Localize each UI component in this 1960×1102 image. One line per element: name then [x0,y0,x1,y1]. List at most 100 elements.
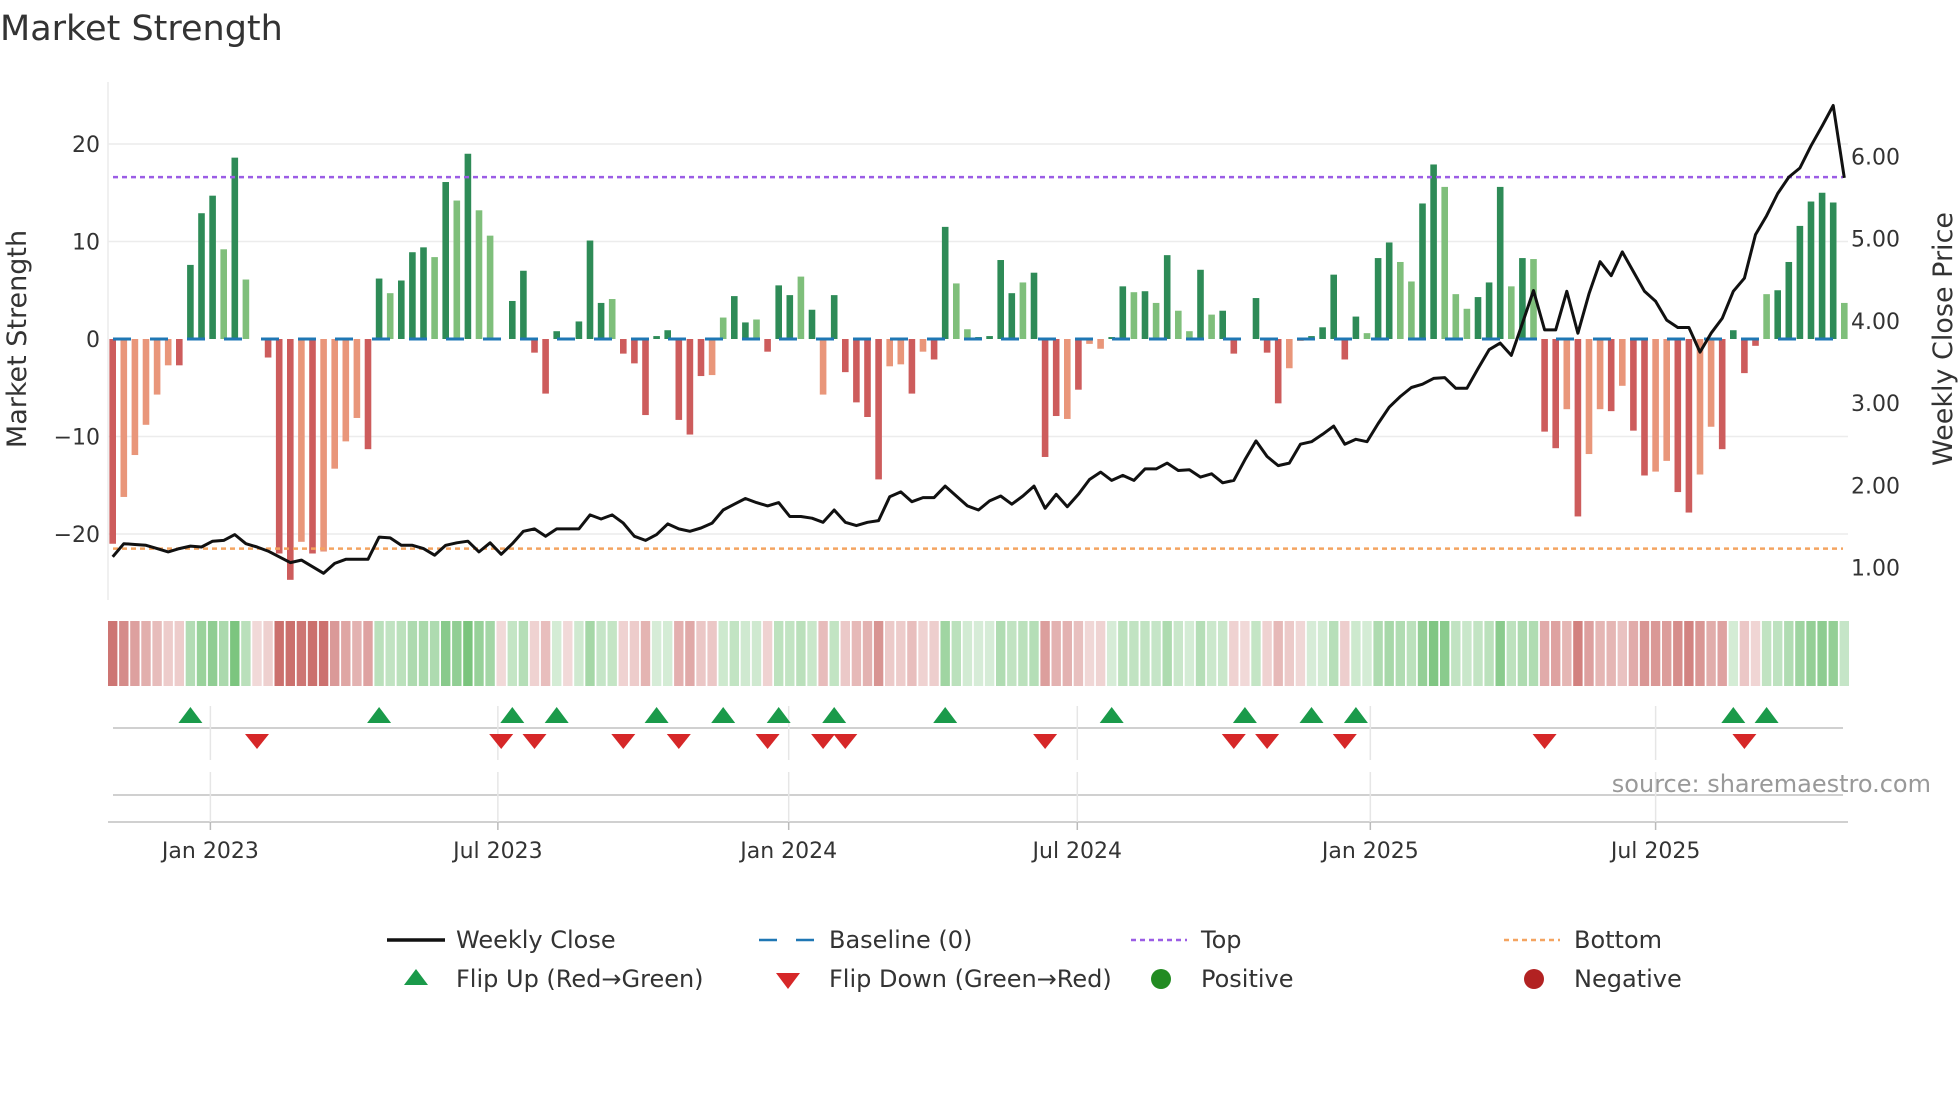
strength-bar [1385,242,1393,339]
strip-cell [663,621,673,686]
strip-cell [1462,621,1472,686]
strength-bar [1397,261,1404,339]
strength-bar [1119,286,1127,339]
strip-cell [1240,621,1250,686]
negative-dot-icon [1524,969,1544,989]
strength-bar [153,339,161,395]
strength-bar [1286,339,1293,369]
strip-cell [1440,621,1450,686]
strip-cell [1662,621,1672,686]
strip-cell [1695,621,1705,686]
left-axis-ticks: 20 10 0 −10 −20 [54,133,100,548]
strip-cell [1362,621,1372,686]
strip-cell [1773,621,1783,686]
strength-bar [475,210,483,339]
strength-bar [853,339,860,403]
strip-cell [152,621,162,686]
strip-cell [1473,621,1483,686]
strength-bar [1807,201,1815,339]
strength-bar [375,278,383,339]
strength-bar [442,182,449,339]
strip-cell [1062,621,1072,686]
strip-cell [596,621,606,686]
strength-bar [1730,330,1737,339]
strip-cell [1140,621,1150,686]
strip-cell [185,621,196,686]
legend-item-positive: Positive [1151,965,1294,993]
flip-down-marker [1255,734,1280,749]
strength-bar [109,339,116,544]
strength-bar [941,226,949,339]
strip-cell [585,621,595,686]
strip-cell [818,621,828,686]
strip-cell [1495,621,1505,686]
strip-cell [1284,621,1294,686]
flip-up-marker [367,707,392,723]
x-tick-label: Jan 2024 [738,839,837,864]
strip-cell [1539,621,1550,686]
strip-cell [1317,621,1328,686]
strip-cell [1839,621,1849,686]
strength-bar [1785,261,1793,339]
strip-cell [851,621,862,686]
flip-up-marker [1299,707,1324,723]
strip-cell [363,621,373,686]
strength-bar [642,339,649,416]
strip-cell [474,621,484,686]
strip-cell [441,621,451,686]
strength-bar [753,319,760,339]
strip-cell [1817,621,1827,686]
strength-bar [242,279,250,339]
flip-marker-panel [108,727,1848,823]
strip-cell [1040,621,1050,686]
strength-bar [1663,339,1670,461]
strength-bar [797,276,805,339]
strip-cell [1295,621,1306,686]
strip-cell [552,621,562,686]
strip-cell [296,621,307,686]
flip-down-marker [245,734,269,749]
strength-bar [1829,202,1837,339]
strength-bar [131,339,139,456]
strength-bar [764,339,771,352]
strip-cell [1162,621,1172,686]
strip-cell [751,621,762,686]
strength-bar [1563,339,1571,410]
strip-cell [1306,621,1317,686]
flip-down-marker [1532,734,1557,749]
strength-bar [731,296,738,339]
strip-cell [1739,621,1750,686]
strength-bar [1763,294,1770,339]
right-axis-ticks: 6.00 5.00 4.00 3.00 2.00 1.00 [1851,146,1900,582]
strip-cell [1262,621,1272,686]
right-tick-label: 6.00 [1851,146,1900,171]
strength-bar [897,339,905,365]
legend-label: Flip Up (Red→Green) [456,965,704,993]
strip-cell [907,621,917,686]
strength-bar [1508,286,1515,339]
strength-bar [464,153,472,339]
strip-cell [651,621,662,686]
strip-cell [774,621,784,686]
strip-cell [374,621,384,686]
x-tick-label: Jul 2025 [1609,839,1701,864]
strength-bar [309,339,316,554]
strength-bar [953,283,960,339]
strength-bar [1718,339,1726,450]
left-tick-label: 10 [72,231,100,256]
level-lines [113,175,1843,550]
flip-up-marker [500,707,525,723]
strip-cell [1639,621,1650,686]
strength-bar [1163,255,1171,339]
strip-cell [396,621,406,686]
strip-cell [796,621,806,686]
strip-cell [1795,621,1805,686]
legend-item-flip-down: Flip Down (Green→Red) [776,965,1112,993]
strip-cell [463,621,473,686]
strip-cell [1551,621,1561,686]
flip-down-marker [1221,734,1246,749]
strength-bar [420,247,427,339]
strip-cell [862,621,873,686]
strength-bar [275,339,283,554]
strength-bar [364,339,372,450]
